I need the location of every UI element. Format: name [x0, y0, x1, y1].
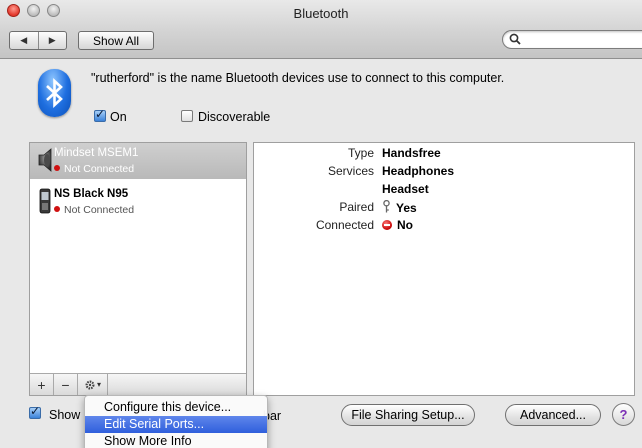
device-row-n95[interactable]: NS Black N95 Not Connected [30, 184, 246, 220]
remove-device-button[interactable]: − [54, 374, 78, 395]
discoverable-checkbox[interactable] [181, 110, 193, 122]
paired-value: Yes [382, 199, 417, 215]
device-status: Not Connected [54, 163, 134, 175]
connected-value: No [382, 218, 413, 232]
forward-arrow-icon: ▶ [48, 35, 56, 45]
action-menu-button[interactable]: ▾ [78, 374, 108, 395]
connected-label: Connected [315, 218, 374, 232]
search-input[interactable] [525, 32, 639, 46]
services-label: Services [327, 164, 374, 178]
window-title: Bluetooth [293, 6, 349, 21]
status-dot-icon [54, 165, 60, 172]
device-status-text: Not Connected [64, 163, 135, 175]
help-button[interactable]: ? [612, 403, 635, 426]
services-value: Headphones [382, 164, 455, 178]
menu-item-edit-serial-ports[interactable]: Edit Serial Ports... [85, 416, 267, 433]
menu-item-configure-device[interactable]: Configure this device... [85, 399, 267, 416]
phone-icon [39, 188, 51, 214]
bluetooth-preferences-window: Bluetooth ◀ ▶ Show All "rutherford" is t… [0, 0, 642, 448]
bluetooth-logo-icon [38, 69, 71, 117]
type-value: Handsfree [382, 146, 441, 160]
device-status-text: Not Connected [64, 204, 135, 216]
back-forward-control: ◀ ▶ [9, 31, 67, 50]
menu-item-show-more-info[interactable]: Show More Info [85, 433, 267, 448]
discoverable-label: Discoverable [198, 110, 271, 124]
status-dot-icon [54, 206, 60, 213]
device-details-panel: Type Handsfree Services Headphones Heads… [253, 142, 635, 396]
search-icon [509, 33, 521, 45]
key-icon [383, 199, 390, 213]
device-row-mindset[interactable]: Mindset MSEM1 Not Connected [30, 143, 246, 179]
back-arrow-icon: ◀ [20, 35, 28, 45]
advanced-button[interactable]: Advanced... [505, 404, 601, 426]
gear-icon [85, 379, 95, 390]
computer-name-description: "rutherford" is the name Bluetooth devic… [91, 71, 505, 85]
show-in-menubar-label: Show [49, 408, 81, 422]
device-list-toolbar: + − ▾ [30, 373, 246, 395]
chevron-down-icon: ▾ [96, 380, 101, 389]
on-label: On [110, 110, 127, 124]
device-status: Not Connected [54, 204, 134, 216]
on-checkbox[interactable] [94, 107, 106, 122]
add-device-button[interactable]: + [30, 374, 54, 395]
type-label: Type [347, 146, 374, 160]
speaker-icon [38, 148, 52, 172]
connected-value-text: No [397, 218, 413, 232]
services-value: Headset [382, 182, 429, 196]
paired-value-text: Yes [396, 201, 417, 215]
search-field[interactable] [502, 30, 642, 49]
title-toolbar: Bluetooth ◀ ▶ Show All [0, 0, 642, 59]
device-name: Mindset MSEM1 [54, 147, 139, 159]
device-name: NS Black N95 [54, 188, 129, 200]
back-button[interactable]: ◀ [10, 32, 38, 49]
device-list[interactable]: Mindset MSEM1 Not Connected NS Black N95… [29, 142, 247, 396]
paired-label: Paired [339, 200, 374, 214]
device-action-menu: Configure this device... Edit Serial Por… [84, 395, 268, 448]
show-in-menubar-checkbox[interactable] [29, 404, 41, 419]
forward-button[interactable]: ▶ [37, 32, 67, 49]
show-all-button[interactable]: Show All [78, 31, 154, 50]
file-sharing-setup-button[interactable]: File Sharing Setup... [341, 404, 475, 426]
disconnected-dot-icon [382, 220, 392, 230]
